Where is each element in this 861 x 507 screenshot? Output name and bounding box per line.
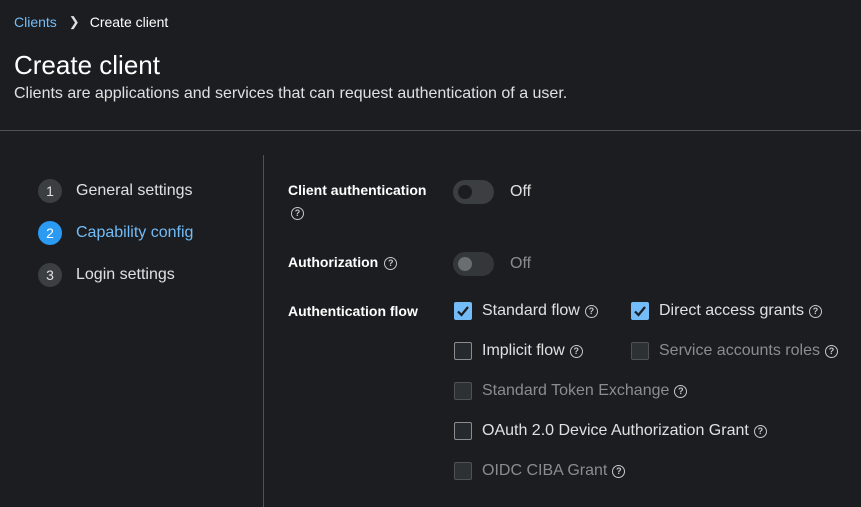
- checkbox-label: Direct access grants: [659, 302, 804, 319]
- checkbox[interactable]: [631, 302, 649, 320]
- authorization-switch[interactable]: [453, 252, 494, 276]
- client-authentication-switch[interactable]: [453, 180, 494, 204]
- help-icon[interactable]: ?: [584, 304, 598, 318]
- checkbox-label: Service accounts roles: [659, 342, 820, 359]
- switch-knob: [458, 257, 472, 271]
- authentication-flow-label: Authentication flow: [288, 303, 418, 319]
- step-label: General settings: [76, 182, 193, 199]
- breadcrumb-clients-link[interactable]: Clients: [14, 14, 57, 30]
- header-divider: [0, 130, 861, 131]
- step-number: 2: [38, 221, 62, 245]
- wizard-step-capability-config[interactable]: 2 Capability config: [38, 221, 193, 245]
- step-number: 1: [38, 179, 62, 203]
- wizard-nav-divider: [263, 155, 264, 507]
- help-icon[interactable]: ?: [291, 207, 304, 220]
- checkbox[interactable]: [454, 302, 472, 320]
- service-accounts-roles-checkbox: Service accounts roles ?: [631, 342, 838, 360]
- checkbox-label: OIDC CIBA Grant: [482, 462, 608, 479]
- help-icon[interactable]: ?: [824, 344, 838, 358]
- checkmark-icon: [457, 306, 469, 317]
- checkmark-icon: [634, 306, 646, 317]
- chevron-right-icon: ❯: [68, 14, 80, 29]
- page-title: Create client: [14, 50, 160, 80]
- help-icon[interactable]: ?: [384, 256, 398, 270]
- oidc-ciba-grant-checkbox: OIDC CIBA Grant ?: [454, 462, 626, 480]
- oauth-device-authorization-grant-checkbox[interactable]: OAuth 2.0 Device Authorization Grant ?: [454, 422, 767, 440]
- wizard-step-login-settings[interactable]: 3 Login settings: [38, 263, 175, 287]
- authorization-label-group: Authorization?: [288, 254, 398, 270]
- help-icon[interactable]: ?: [808, 304, 822, 318]
- step-label: Login settings: [76, 266, 175, 283]
- authorization-label: Authorization: [288, 254, 379, 270]
- client-authentication-value: Off: [510, 183, 532, 200]
- breadcrumb: Clients ❯ Create client: [14, 14, 168, 30]
- direct-access-grants-checkbox[interactable]: Direct access grants ?: [631, 302, 822, 320]
- authorization-value: Off: [510, 255, 532, 272]
- standard-flow-checkbox[interactable]: Standard flow ?: [454, 302, 598, 320]
- switch-knob: [458, 185, 472, 199]
- help-icon[interactable]: ?: [674, 384, 688, 398]
- help-icon[interactable]: ?: [569, 344, 583, 358]
- help-icon[interactable]: ?: [753, 424, 767, 438]
- checkbox[interactable]: [454, 422, 472, 440]
- help-icon[interactable]: ?: [612, 464, 626, 478]
- breadcrumb-current: Create client: [89, 14, 169, 30]
- standard-token-exchange-checkbox: Standard Token Exchange ?: [454, 382, 688, 400]
- checkbox: [631, 342, 649, 360]
- page-subtitle: Clients are applications and services th…: [14, 85, 568, 102]
- checkbox[interactable]: [454, 342, 472, 360]
- checkbox-label: Implicit flow: [482, 342, 565, 359]
- checkbox-label: OAuth 2.0 Device Authorization Grant: [482, 422, 749, 439]
- checkbox-label: Standard flow: [482, 302, 580, 319]
- step-label: Capability config: [76, 224, 194, 241]
- wizard-step-general-settings[interactable]: 1 General settings: [38, 179, 193, 203]
- checkbox-label: Standard Token Exchange: [482, 382, 670, 399]
- checkbox: [454, 462, 472, 480]
- checkbox: [454, 382, 472, 400]
- client-authentication-label: Client authentication: [288, 182, 427, 198]
- implicit-flow-checkbox[interactable]: Implicit flow ?: [454, 342, 583, 360]
- step-number: 3: [38, 263, 62, 287]
